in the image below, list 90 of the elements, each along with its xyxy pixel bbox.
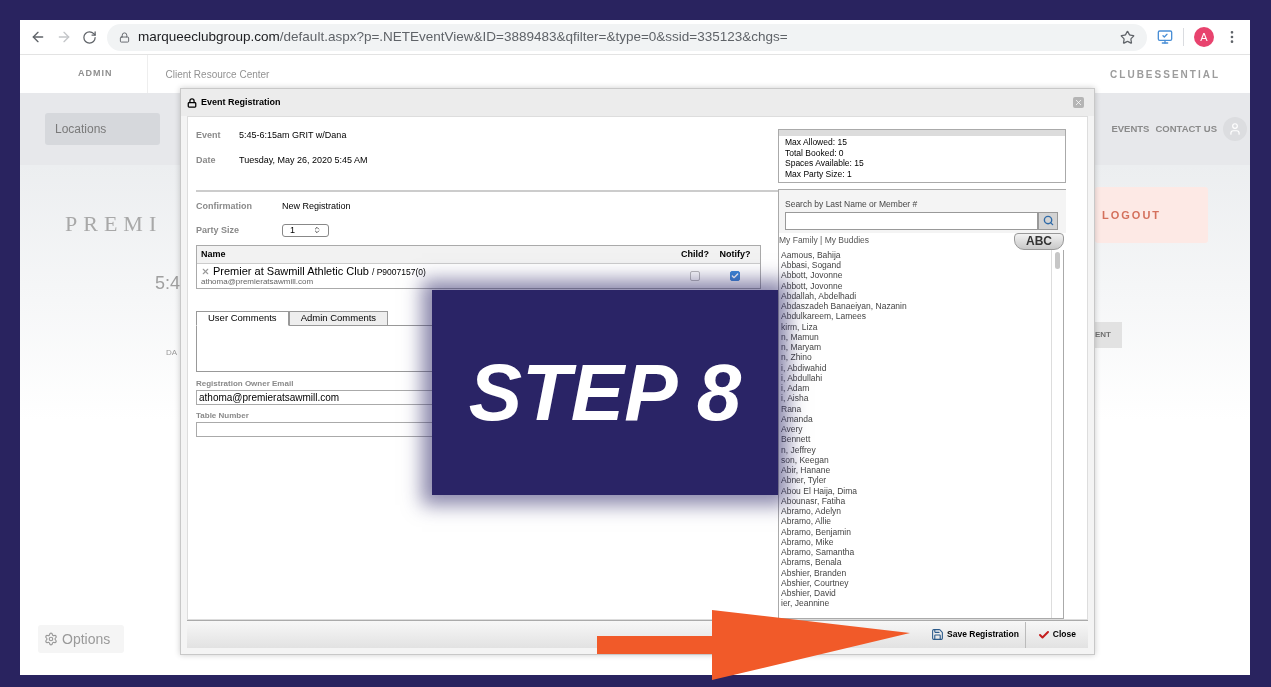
member-name[interactable]: Abshier, Courtney: [781, 577, 1051, 588]
reload-icon[interactable]: [82, 29, 97, 45]
member-name[interactable]: ier, Jeannine: [781, 598, 1051, 609]
member-name[interactable]: Abshier, David: [781, 588, 1051, 599]
attendee-name: Premier at Sawmill Athletic Club / P9007157(0): [213, 265, 426, 277]
member-name[interactable]: Abner, Tyler: [781, 475, 1051, 486]
field-label: Table Number: [196, 410, 250, 422]
child-checkbox[interactable]: [690, 271, 700, 281]
lock-icon: [119, 31, 130, 43]
member-name[interactable]: Abdaszadeh Banaeiyan, Nazanin: [781, 301, 1051, 312]
profile-avatar[interactable]: A: [1194, 27, 1214, 47]
member-name[interactable]: n, Mamun: [781, 331, 1051, 342]
cross-icon[interactable]: [201, 266, 210, 276]
field-value: 5:45-6:15am GRIT w/Dana: [239, 129, 347, 142]
brand-logo: CLUBESSENTIAL: [1110, 67, 1220, 82]
member-name[interactable]: Abbasi, Sogand: [781, 260, 1051, 271]
column-header: Child?: [680, 247, 710, 261]
member-name[interactable]: Abdallah, Abdelhadi: [781, 290, 1051, 301]
member-name[interactable]: Abbott, Jovonne: [781, 280, 1051, 291]
member-name[interactable]: Abramo, Adelyn: [781, 506, 1051, 517]
back-icon[interactable]: [30, 29, 46, 45]
stat-line: Max Party Size: 1: [785, 168, 853, 179]
save-registration-button[interactable]: Save Registration: [925, 621, 1026, 648]
search-field[interactable]: [785, 211, 1038, 230]
member-name[interactable]: n, Maryam: [781, 342, 1051, 353]
field-label: Registration Owner Email: [196, 378, 295, 390]
chevrons-icon: [313, 226, 321, 235]
notify-checkbox[interactable]: [730, 271, 740, 281]
action-button[interactable]: ENT: [1095, 322, 1122, 348]
search-button[interactable]: [1038, 211, 1058, 230]
comment-tab[interactable]: Admin Comments: [288, 311, 389, 326]
member-name[interactable]: Bennett: [781, 434, 1051, 445]
table-number-field[interactable]: [196, 422, 432, 437]
member-name[interactable]: i, Adam: [781, 383, 1051, 394]
close-button[interactable]: Close: [1025, 621, 1088, 648]
member-name[interactable]: Abbott, Jovonne: [781, 270, 1051, 281]
member-name[interactable]: Abramo, Allie: [781, 516, 1051, 527]
address-bar[interactable]: marqueeclubgroup.com/default.aspx?p=.NETEventView&ID=3889483&qfilter=&type=0&ssid=335123&chgs=: [107, 23, 1147, 51]
logo-text: PREMI: [65, 210, 164, 238]
check-icon: [1037, 628, 1050, 641]
comment-box[interactable]: [196, 326, 432, 372]
field-value: Tuesday, May 26, 2020 5:45 AM: [239, 153, 368, 167]
member-name[interactable]: n, Zhino: [781, 352, 1051, 363]
stat-line: Spaces Available: 15: [785, 158, 865, 169]
url-text: marqueeclubgroup.com/default.aspx?p=.NETEventView&ID=3889483&qfilter=&type=0&ssid=335123&chgs=: [138, 27, 788, 46]
member-name[interactable]: i, Aisha: [781, 393, 1051, 404]
member-name[interactable]: Abounasr, Fatiha: [781, 495, 1051, 506]
member-name[interactable]: Abrams, Benala: [781, 557, 1051, 568]
member-name[interactable]: n, Jeffrey: [781, 444, 1051, 455]
label-text: DA: [166, 347, 179, 359]
lock-icon: [187, 97, 197, 108]
member-name[interactable]: son, Keegan: [781, 454, 1051, 465]
step-caption: STEP 8: [432, 290, 778, 495]
member-name[interactable]: Abramo, Benjamin: [781, 526, 1051, 537]
field-label: Date: [196, 153, 217, 167]
search-icon: [1042, 215, 1054, 227]
member-name[interactable]: Avery: [781, 424, 1051, 435]
stat-line: Max Allowed: 15: [785, 137, 848, 148]
field-value: New Registration: [282, 200, 351, 213]
field-label: Event: [196, 129, 222, 142]
field-label: Confirmation: [196, 200, 253, 213]
member-name[interactable]: i, Abdiwahid: [781, 362, 1051, 373]
member-name[interactable]: Rana: [781, 403, 1051, 414]
close-icon[interactable]: [1073, 97, 1084, 108]
member-name[interactable]: Abramo, Samantha: [781, 547, 1051, 558]
search-label: Search by Last Name or Member #: [785, 198, 919, 211]
member-name[interactable]: kirm, Liza: [781, 321, 1051, 332]
member-name[interactable]: Abir, Hanane: [781, 465, 1051, 476]
member-name[interactable]: Amanda: [781, 413, 1051, 424]
monitor-check-icon[interactable]: [1157, 29, 1173, 45]
member-name[interactable]: i, Abdullahi: [781, 372, 1051, 383]
comment-tab[interactable]: User Comments: [196, 311, 289, 326]
quick-links[interactable]: My Family | My Buddies: [779, 233, 870, 247]
column-header: Notify?: [718, 247, 752, 261]
bookmark-star-icon[interactable]: [1120, 29, 1135, 45]
member-name[interactable]: Abshier, Branden: [781, 567, 1051, 578]
stat-line: Total Booked: 0: [785, 147, 845, 158]
field-label: Party Size: [196, 223, 241, 237]
heading-text: 5:4: [155, 272, 180, 295]
attendee-email: athoma@premieratsawmill.com: [201, 276, 315, 287]
owner-email-field[interactable]: athoma@premieratsawmill.com: [196, 390, 432, 405]
member-name[interactable]: Abdulkareem, Lamees: [781, 311, 1051, 322]
gear-icon: [44, 632, 58, 646]
member-name[interactable]: Abramo, Mike: [781, 536, 1051, 547]
column-header: Name: [201, 247, 227, 261]
party-size-select[interactable]: 1: [282, 223, 329, 237]
scrollbar[interactable]: [1051, 249, 1063, 618]
member-name[interactable]: Abou El Haija, Dima: [781, 485, 1051, 496]
member-name[interactable]: Aamous, Bahija: [781, 249, 1051, 260]
dialog-title: Event Registration: [201, 95, 281, 109]
